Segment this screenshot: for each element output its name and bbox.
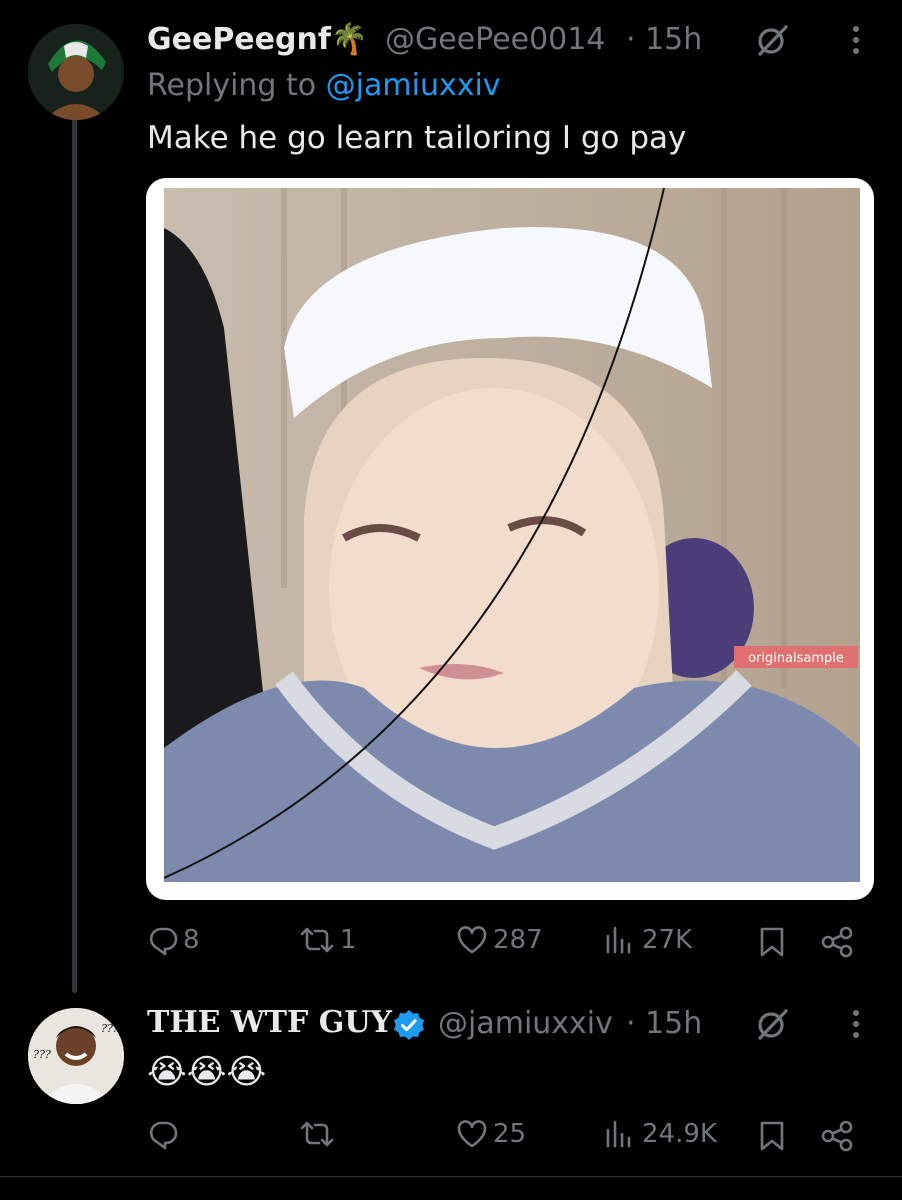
tweet-author-handle[interactable]: @GeePee0014 xyxy=(385,22,605,57)
reply-button[interactable] xyxy=(147,1118,183,1150)
like-button[interactable]: 287 xyxy=(455,924,543,956)
tweet-author-handle[interactable]: @jamiuxxiv xyxy=(438,1006,613,1041)
bookmark-icon[interactable] xyxy=(754,924,790,960)
reply-icon xyxy=(149,1121,178,1150)
tweet-timestamp[interactable]: · 15h xyxy=(626,1006,702,1041)
divider xyxy=(0,1176,902,1177)
palm-tree-emoji: 🌴 xyxy=(330,22,369,57)
more-icon[interactable] xyxy=(838,20,874,60)
like-icon xyxy=(457,926,487,954)
views-count: 27K xyxy=(642,925,693,955)
views-button[interactable]: 24.9K xyxy=(604,1118,717,1150)
media-image: originalsample xyxy=(164,188,860,882)
retweet-count: 1 xyxy=(340,925,357,955)
views-button[interactable]: 27K xyxy=(604,924,692,956)
views-icon xyxy=(606,926,631,954)
tweet-timestamp[interactable]: · 15h xyxy=(626,22,702,57)
tweet-text: Make he go learn tailoring I go pay xyxy=(147,120,687,156)
retweet-button[interactable]: 1 xyxy=(298,924,357,956)
avatar-question-marks: ??? xyxy=(33,1048,51,1061)
media-watermark: originalsample xyxy=(748,651,844,666)
retweet-button[interactable] xyxy=(298,1118,340,1150)
reply-count: 8 xyxy=(183,925,200,955)
tweet-text: 😭😭😭 xyxy=(147,1052,267,1092)
like-count: 287 xyxy=(493,925,543,955)
retweet-icon xyxy=(300,927,334,953)
share-icon[interactable] xyxy=(818,924,856,960)
tweet-media[interactable]: originalsample xyxy=(146,178,874,900)
bookmark-icon[interactable] xyxy=(754,1118,790,1154)
views-icon xyxy=(606,1120,631,1148)
avatar-question-marks: ??? xyxy=(101,1022,119,1035)
like-icon xyxy=(457,1120,487,1148)
grok-icon[interactable] xyxy=(752,20,792,60)
replying-to: Replying to @jamiuxxiv xyxy=(147,68,501,103)
tweet-author-name[interactable]: THE WTF GUY xyxy=(147,1005,392,1040)
avatar[interactable]: ??? ??? xyxy=(28,1008,124,1104)
share-icon[interactable] xyxy=(818,1118,856,1154)
tweet-author-name[interactable]: GeePeegnf🌴 xyxy=(147,22,368,57)
replying-to-handle[interactable]: @jamiuxxiv xyxy=(326,68,501,103)
verified-badge-icon xyxy=(392,1008,426,1042)
avatar[interactable] xyxy=(28,24,124,120)
reply-button[interactable]: 8 xyxy=(147,924,200,956)
like-button[interactable]: 25 xyxy=(455,1118,526,1150)
like-count: 25 xyxy=(493,1119,527,1149)
views-count: 24.9K xyxy=(642,1119,717,1149)
thread-connector xyxy=(72,118,77,993)
reply-icon xyxy=(149,927,178,956)
grok-icon[interactable] xyxy=(752,1004,792,1044)
retweet-icon xyxy=(300,1121,334,1147)
more-icon[interactable] xyxy=(838,1004,874,1044)
